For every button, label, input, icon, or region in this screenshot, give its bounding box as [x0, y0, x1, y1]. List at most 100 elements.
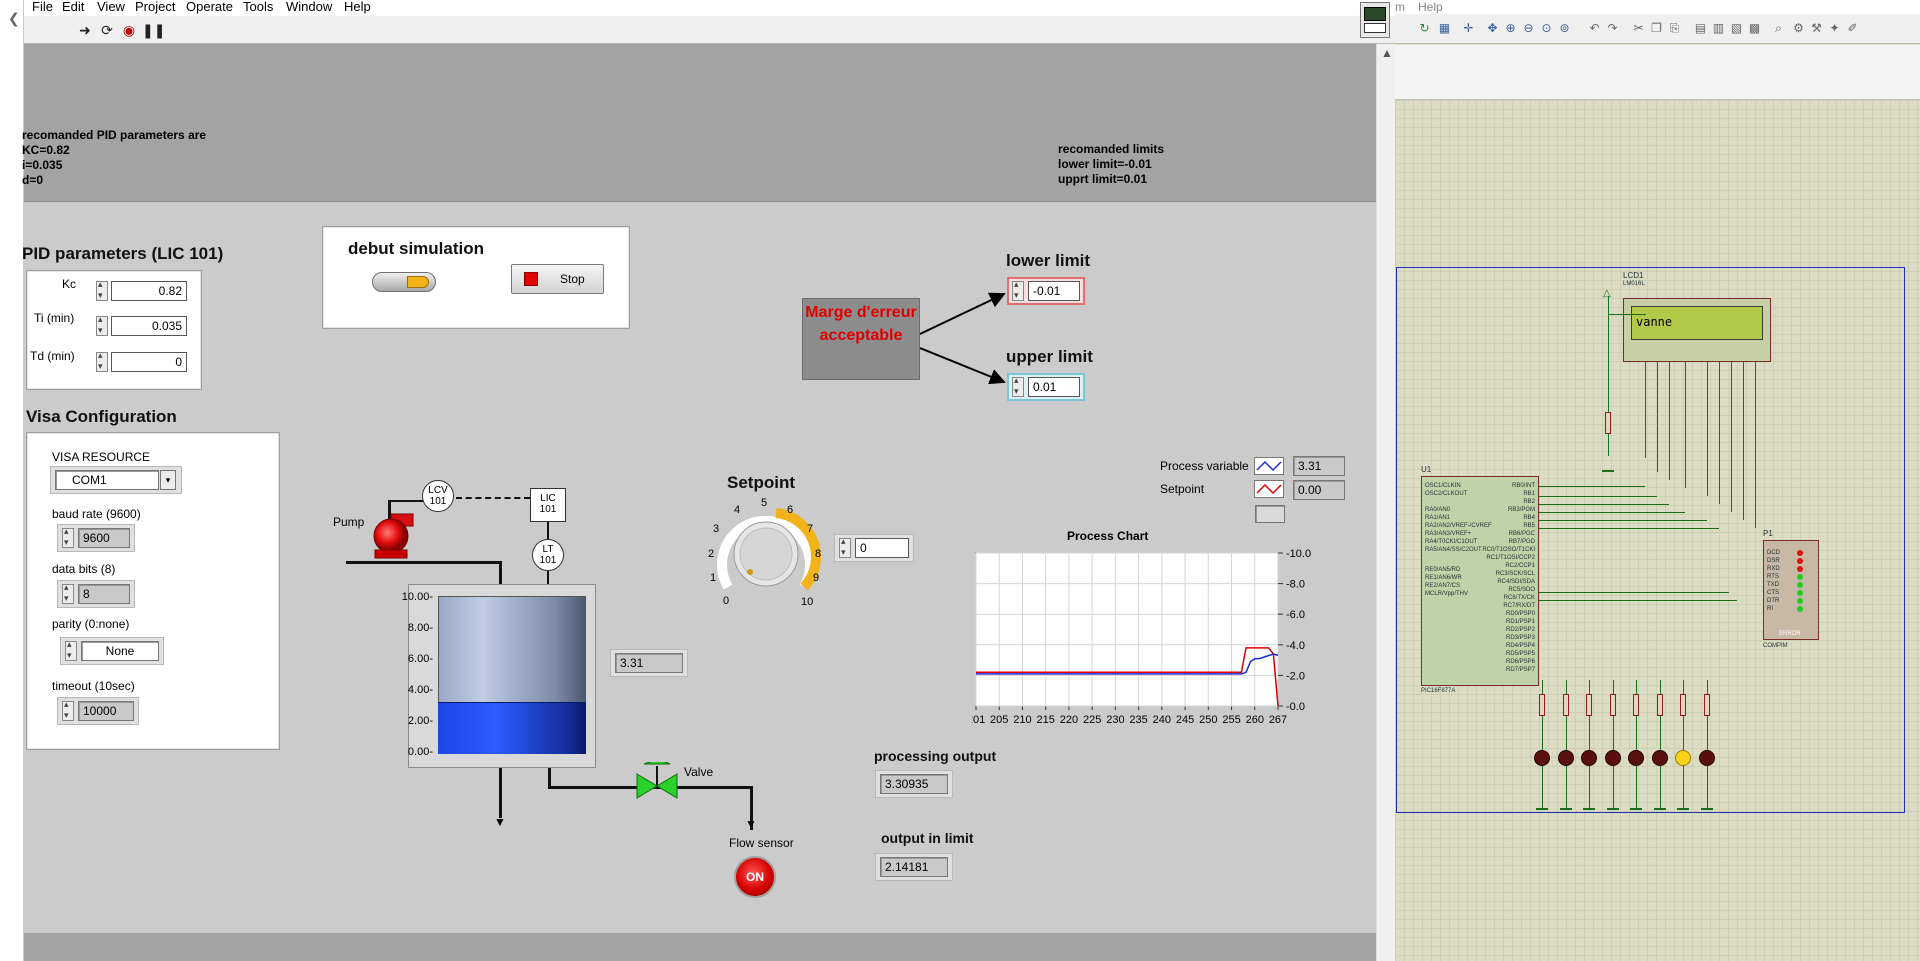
led-component[interactable] — [1675, 750, 1691, 766]
pan-icon[interactable]: ✥ — [1485, 21, 1500, 36]
mcu-pin-label: RC3/SCK/SCL — [1495, 571, 1535, 577]
origin-icon[interactable]: ✛ — [1461, 21, 1476, 36]
menu-window[interactable]: Window — [286, 0, 332, 14]
menu-edit[interactable]: Edit — [62, 0, 84, 14]
redo-icon[interactable]: ↷ — [1605, 21, 1620, 36]
zoom-out-icon[interactable]: ⊖ — [1521, 21, 1536, 36]
port-status-led — [1797, 582, 1803, 588]
ground-symbol — [1653, 808, 1666, 810]
setpoint-input[interactable]: 0 — [855, 538, 909, 558]
menu-file[interactable]: File — [32, 0, 53, 14]
kc-input[interactable]: 0.82 — [111, 281, 187, 301]
parity-spinner[interactable] — [65, 639, 77, 661]
led-component[interactable] — [1628, 750, 1644, 766]
potentiometer[interactable] — [1605, 412, 1611, 434]
wire — [1743, 362, 1744, 520]
knob-scale-label: 8 — [815, 548, 822, 560]
menu-view[interactable]: View — [97, 0, 125, 14]
scroll-up-icon[interactable]: ▲ — [1381, 46, 1393, 60]
baud-spinner[interactable] — [62, 526, 74, 548]
chart-x-tick-label: 225 — [1083, 714, 1101, 726]
mcu-pin-label: RE2/AN7/CS — [1425, 583, 1461, 589]
led-component[interactable] — [1581, 750, 1597, 766]
pick-device-icon[interactable]: ⌕ — [1771, 21, 1786, 36]
pid-title: PID parameters (LIC 101) — [22, 244, 224, 263]
cut-icon[interactable]: ✂ — [1631, 21, 1646, 36]
visa-resource-label: VISA RESOURCE — [52, 450, 151, 464]
run-continuously-icon[interactable]: ⟳ — [98, 21, 116, 39]
resistor[interactable] — [1703, 694, 1710, 716]
resistor[interactable] — [1656, 694, 1663, 716]
setpoint-spinner[interactable] — [839, 536, 851, 558]
resistor[interactable] — [1586, 694, 1592, 716]
vertical-scrollbar[interactable]: ▲ — [1376, 44, 1395, 961]
block-delete-icon[interactable]: ▩ — [1747, 21, 1762, 36]
wire-autorouter-icon[interactable]: ✐ — [1845, 21, 1860, 36]
led-component[interactable] — [1557, 750, 1574, 766]
paste-icon[interactable]: ⎘ — [1667, 21, 1682, 36]
led-component[interactable] — [1604, 750, 1621, 766]
td-input[interactable]: 0 — [111, 352, 187, 372]
resistor[interactable] — [1562, 694, 1569, 716]
run-arrow-icon[interactable]: ➜ — [76, 21, 94, 39]
lcd-screen: vanne — [1631, 306, 1763, 340]
make-device-icon[interactable]: ⚙ — [1791, 21, 1806, 36]
block-copy-icon[interactable]: ▤ — [1693, 21, 1708, 36]
led-component[interactable] — [1651, 750, 1668, 766]
start-simulation-toggle[interactable] — [372, 272, 436, 292]
lower-limit-input[interactable]: -0.01 — [1028, 281, 1080, 301]
wire — [1539, 496, 1657, 497]
decompose-icon[interactable]: ✦ — [1827, 21, 1842, 36]
block-move-icon[interactable]: ▥ — [1711, 21, 1726, 36]
zoom-area-icon[interactable]: ⊚ — [1557, 21, 1572, 36]
timeout-spinner[interactable] — [62, 699, 74, 721]
setpoint-knob[interactable] — [706, 497, 826, 605]
lower-limit-spinner[interactable] — [1012, 279, 1024, 301]
proteus-menu-help[interactable]: Help — [1418, 0, 1443, 14]
visa-resource-select[interactable]: COM1 — [55, 470, 159, 490]
mcu-pin-label: RB7/PGD — [1508, 539, 1535, 545]
pause-icon[interactable]: ❚❚ — [142, 21, 165, 39]
menu-tools[interactable]: Tools — [243, 0, 273, 14]
kc-spinner[interactable] — [96, 279, 108, 301]
menu-operate[interactable]: Operate — [186, 0, 233, 14]
legend-sp-swatch[interactable] — [1254, 480, 1284, 498]
parity-value[interactable]: None — [81, 641, 159, 661]
led-component[interactable] — [1534, 750, 1550, 766]
abort-icon[interactable]: ◉ — [120, 21, 138, 39]
resistor[interactable] — [1609, 694, 1616, 716]
resistor[interactable] — [1539, 694, 1545, 716]
undo-icon[interactable]: ↶ — [1587, 21, 1602, 36]
grid-icon[interactable]: ▦ — [1437, 21, 1452, 36]
upper-limit-input[interactable]: 0.01 — [1028, 377, 1080, 397]
resistor[interactable] — [1680, 694, 1686, 716]
copy-icon[interactable]: ❐ — [1649, 21, 1664, 36]
mcu-pin-label: RB2 — [1523, 499, 1535, 505]
menu-help[interactable]: Help — [344, 0, 371, 14]
dropdown-arrow-icon[interactable]: ▾ — [160, 470, 176, 490]
chart-y-tick-label: -0.0 — [1286, 701, 1305, 713]
chart-x-tick-label: 201 — [972, 714, 985, 726]
upper-limit-spinner[interactable] — [1012, 375, 1024, 397]
back-arrow-icon[interactable]: ❮ — [8, 10, 20, 27]
stop-button[interactable]: Stop — [511, 264, 604, 294]
legend-pv-swatch[interactable] — [1254, 457, 1284, 475]
td-spinner[interactable] — [96, 350, 108, 372]
zoom-all-icon[interactable]: ⊙ — [1539, 21, 1554, 36]
resistor[interactable] — [1633, 694, 1639, 716]
package-tool-icon[interactable]: ⚒ — [1809, 21, 1824, 36]
menu-project[interactable]: Project — [135, 0, 175, 14]
data-bits-spinner[interactable] — [62, 582, 74, 604]
wire — [1685, 362, 1686, 488]
proteus-menu-partial[interactable]: m — [1395, 0, 1405, 14]
refresh-icon[interactable]: ↻ — [1417, 21, 1432, 36]
ti-spinner[interactable] — [96, 314, 108, 336]
pump-icon — [373, 513, 414, 559]
timeout-value: 10000 — [78, 701, 134, 721]
ti-input[interactable]: 0.035 — [111, 316, 187, 336]
zoom-in-icon[interactable]: ⊕ — [1503, 21, 1518, 36]
led-component[interactable] — [1698, 750, 1715, 766]
mcu-pin-label: RC6/TX/CK — [1503, 595, 1535, 601]
block-rotate-icon[interactable]: ▧ — [1729, 21, 1744, 36]
legend-pv-value: 3.31 — [1293, 456, 1345, 476]
